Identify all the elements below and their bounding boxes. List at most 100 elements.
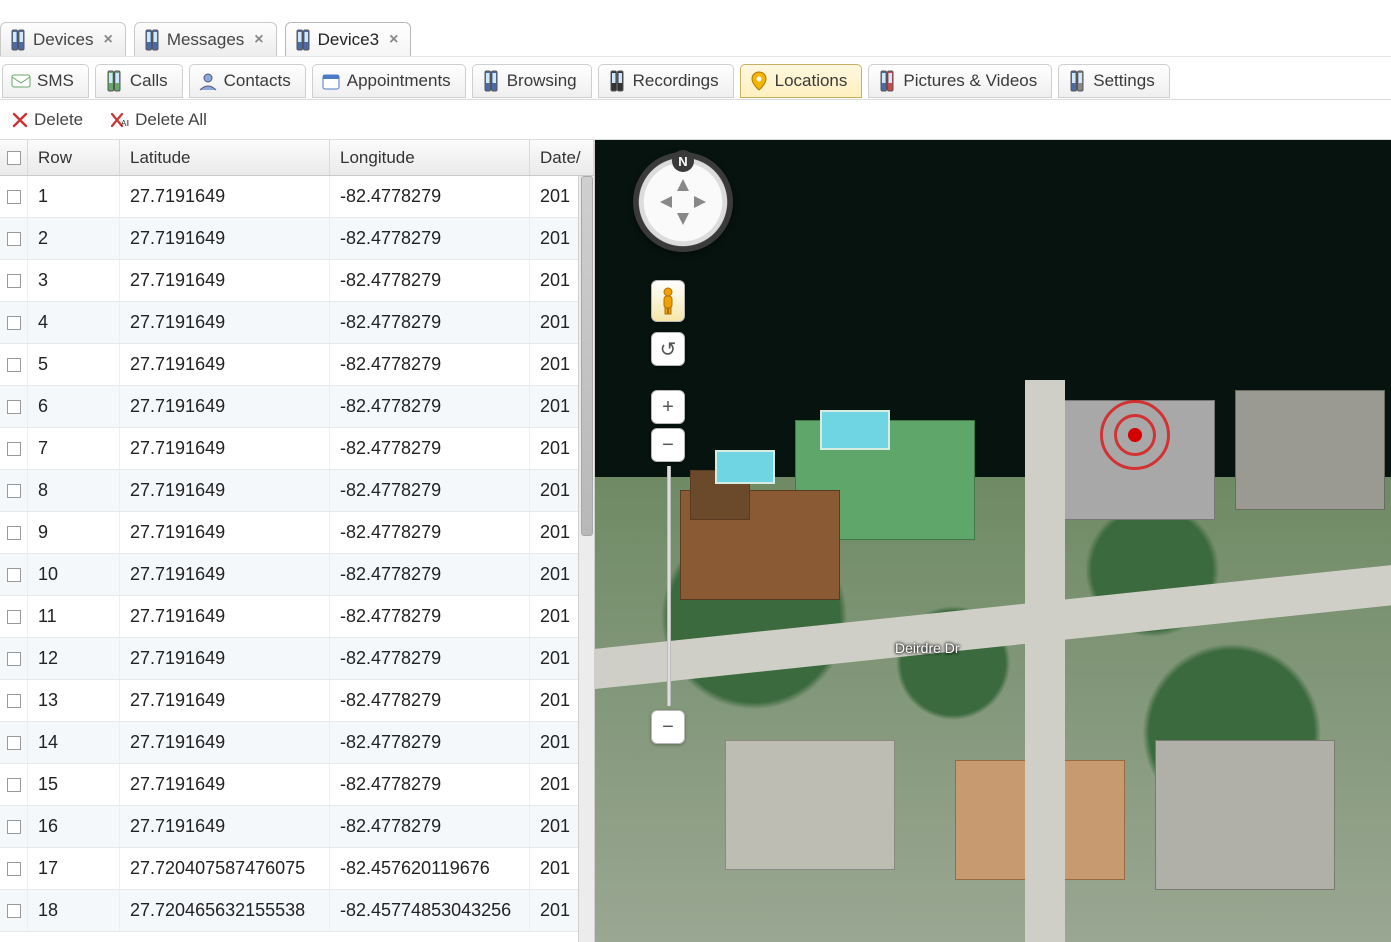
zoom-slider-track[interactable] [667, 466, 671, 706]
tab-label: Browsing [507, 71, 577, 91]
table-row[interactable]: 1027.7191649-82.4778279201 [0, 554, 594, 596]
cell-latitude: 27.7191649 [120, 806, 330, 847]
cell-latitude: 27.7191649 [120, 386, 330, 427]
row-checkbox[interactable] [0, 260, 28, 301]
contacts-icon [198, 70, 218, 92]
table-row[interactable]: 1427.7191649-82.4778279201 [0, 722, 594, 764]
compass-arrows-icon [654, 173, 712, 231]
row-checkbox[interactable] [0, 386, 28, 427]
table-row[interactable]: 1227.7191649-82.4778279201 [0, 638, 594, 680]
appointments-icon [321, 70, 341, 92]
header-date[interactable]: Date/ [530, 140, 594, 175]
row-checkbox[interactable] [0, 806, 28, 847]
tab-settings[interactable]: Settings [1058, 64, 1169, 98]
row-checkbox[interactable] [0, 470, 28, 511]
doc-tab-device3[interactable]: Device3× [285, 22, 412, 56]
table-row[interactable]: 1627.7191649-82.4778279201 [0, 806, 594, 848]
row-checkbox[interactable] [0, 512, 28, 553]
tab-label: Recordings [633, 71, 719, 91]
close-icon[interactable]: × [254, 31, 263, 49]
cell-row: 12 [28, 638, 120, 679]
tab-label: Settings [1093, 71, 1154, 91]
row-checkbox[interactable] [0, 554, 28, 595]
tab-sms[interactable]: SMS [2, 64, 89, 98]
cell-latitude: 27.7191649 [120, 344, 330, 385]
row-checkbox[interactable] [0, 638, 28, 679]
tab-calls[interactable]: Calls [95, 64, 183, 98]
map-pool [715, 450, 775, 484]
cell-row: 4 [28, 302, 120, 343]
row-checkbox[interactable] [0, 218, 28, 259]
delete-button[interactable]: Delete [2, 105, 93, 135]
table-row[interactable]: 1827.720465632155538-82.4577485304325620… [0, 890, 594, 932]
cell-row: 2 [28, 218, 120, 259]
row-checkbox[interactable] [0, 302, 28, 343]
row-checkbox[interactable] [0, 176, 28, 217]
table-row[interactable]: 527.7191649-82.4778279201 [0, 344, 594, 386]
vertical-scrollbar[interactable] [578, 176, 594, 942]
cell-longitude: -82.4778279 [330, 176, 530, 217]
tab-label: Pictures & Videos [903, 71, 1037, 91]
map-satellite-surface[interactable]: Deirdre Dr [595, 140, 1391, 942]
row-checkbox[interactable] [0, 596, 28, 637]
map-compass-control[interactable]: N [633, 152, 733, 252]
table-row[interactable]: 1327.7191649-82.4778279201 [0, 680, 594, 722]
cell-row: 11 [28, 596, 120, 637]
zoom-out-bottom-button[interactable]: − [651, 710, 685, 744]
locations-icon [749, 70, 769, 92]
tab-recordings[interactable]: Recordings [598, 64, 734, 98]
table-row[interactable]: 427.7191649-82.4778279201 [0, 302, 594, 344]
row-checkbox[interactable] [0, 848, 28, 889]
row-checkbox[interactable] [0, 428, 28, 469]
table-row[interactable]: 327.7191649-82.4778279201 [0, 260, 594, 302]
table-row[interactable]: 227.7191649-82.4778279201 [0, 218, 594, 260]
tab-contacts[interactable]: Contacts [189, 64, 306, 98]
tab-appointments[interactable]: Appointments [312, 64, 466, 98]
cell-latitude: 27.7191649 [120, 722, 330, 763]
tab-browsing[interactable]: Browsing [472, 64, 592, 98]
row-checkbox[interactable] [0, 344, 28, 385]
tab-label: SMS [37, 71, 74, 91]
cell-longitude: -82.45774853043256 [330, 890, 530, 931]
compass-north-badge: N [672, 150, 694, 172]
table-row[interactable]: 727.7191649-82.4778279201 [0, 428, 594, 470]
row-checkbox[interactable] [0, 890, 28, 931]
table-row[interactable]: 1727.720407587476075-82.457620119676201 [0, 848, 594, 890]
pegman-button[interactable] [651, 280, 685, 322]
row-checkbox[interactable] [0, 722, 28, 763]
table-row[interactable]: 1527.7191649-82.4778279201 [0, 764, 594, 806]
doc-tab-devices[interactable]: Devices× [0, 22, 126, 56]
tab-pictures-videos[interactable]: Pictures & Videos [868, 64, 1052, 98]
table-row[interactable]: 127.7191649-82.4778279201 [0, 176, 594, 218]
header-checkbox-col[interactable] [0, 140, 28, 175]
row-checkbox[interactable] [0, 764, 28, 805]
table-row[interactable]: 927.7191649-82.4778279201 [0, 512, 594, 554]
tab-label: Calls [130, 71, 168, 91]
cell-longitude: -82.457620119676 [330, 848, 530, 889]
sms-icon [11, 70, 31, 92]
close-icon[interactable]: × [389, 31, 398, 49]
zoom-in-button[interactable]: + [651, 390, 685, 424]
scrollbar-thumb[interactable] [581, 176, 593, 536]
rotate-button[interactable]: ↺ [651, 332, 685, 366]
map-building [1155, 740, 1335, 890]
map-panel[interactable]: Deirdre Dr N ↺ [595, 140, 1391, 942]
table-row[interactable]: 827.7191649-82.4778279201 [0, 470, 594, 512]
header-row[interactable]: Row [28, 140, 120, 175]
header-longitude[interactable]: Longitude [330, 140, 530, 175]
cell-latitude: 27.7191649 [120, 596, 330, 637]
zoom-out-button[interactable]: − [651, 428, 685, 462]
close-icon[interactable]: × [103, 31, 112, 49]
table-row[interactable]: 627.7191649-82.4778279201 [0, 386, 594, 428]
row-checkbox[interactable] [0, 680, 28, 721]
doc-tab-messages[interactable]: Messages× [134, 22, 277, 56]
tab-locations[interactable]: Locations [740, 64, 863, 98]
delete-all-button[interactable]: All Delete All [101, 105, 217, 135]
header-latitude[interactable]: Latitude [120, 140, 330, 175]
table-row[interactable]: 1127.7191649-82.4778279201 [0, 596, 594, 638]
toolbar: Delete All Delete All [0, 100, 1391, 140]
cell-longitude: -82.4778279 [330, 512, 530, 553]
cell-longitude: -82.4778279 [330, 470, 530, 511]
cell-latitude: 27.7191649 [120, 470, 330, 511]
phone-icon [9, 29, 27, 51]
